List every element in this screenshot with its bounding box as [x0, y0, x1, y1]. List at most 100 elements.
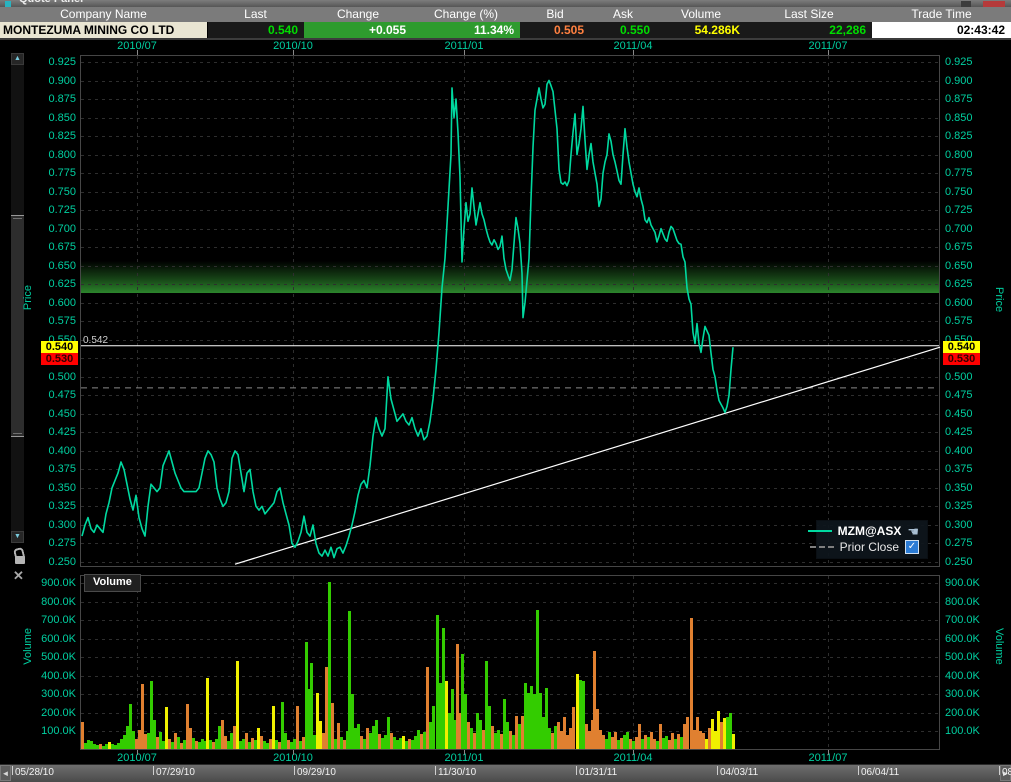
date-tick-bottom: [293, 750, 294, 755]
column-header-last-size[interactable]: Last Size: [746, 7, 872, 22]
scrollbar-date-tick: [717, 766, 718, 775]
price-axis-label: 0.775: [945, 167, 973, 179]
price-axis-label: 0.650: [945, 260, 973, 272]
column-header-company-name[interactable]: Company Name: [0, 7, 207, 22]
volume-pane-label[interactable]: Volume: [84, 574, 141, 592]
quote-panel-window: ▲ ▼ ✕ Price Price Volume Volume Volume M…: [0, 0, 1011, 782]
price-axis-label: 0.700: [35, 223, 76, 235]
quote-data-row[interactable]: MONTEZUMA MINING CO LTD 0.540 +0.055 11.…: [0, 22, 1011, 38]
price-axis-label: 0.375: [35, 463, 76, 475]
price-axis-label: 0.400: [35, 445, 76, 457]
price-axis-label: 0.875: [945, 93, 973, 105]
volume-axis-label: 700.0K: [35, 614, 76, 626]
volume-axis-label: 300.0K: [35, 688, 76, 700]
date-tick-bottom: [633, 750, 634, 755]
volume-axis-label: 500.0K: [35, 651, 76, 663]
axis-price-marker: 0.530: [943, 353, 980, 365]
price-axis-label: 0.450: [945, 408, 973, 420]
volume-chart-plot[interactable]: [80, 575, 940, 750]
chart-legend: MZM@ASX ☚ Prior Close ✓: [816, 520, 928, 559]
price-axis-label: 0.675: [35, 241, 76, 253]
price-axis-label: 0.425: [945, 426, 973, 438]
ask-cell: 0.550: [590, 22, 656, 38]
price-axis-label: 0.575: [945, 315, 973, 327]
volume-axis-label: 600.0K: [945, 633, 980, 645]
scrollbar-date-label: 01/31/11: [579, 767, 617, 778]
price-axis-label: 0.475: [945, 389, 973, 401]
price-axis-label: 0.675: [945, 241, 973, 253]
window-title: Quote Panel: [19, 0, 83, 5]
unlock-icon[interactable]: [14, 548, 26, 566]
column-header-last[interactable]: Last: [207, 7, 304, 22]
volume-axis-label: 400.0K: [35, 670, 76, 682]
price-axis-label: 0.900: [945, 75, 973, 87]
column-header-bid[interactable]: Bid: [520, 7, 590, 22]
price-axis-label: 0.625: [945, 278, 973, 290]
date-tick-bottom: [137, 750, 138, 755]
price-axis-label: 0.325: [945, 500, 973, 512]
column-header-volume[interactable]: Volume: [656, 7, 746, 22]
volume-axis-label: 500.0K: [945, 651, 980, 663]
price-axis-label: 0.600: [35, 297, 76, 309]
scrollbar-date-label: 11/30/10: [438, 767, 476, 778]
volume-axis-label: 100.0K: [945, 725, 980, 737]
series-line-sample: [808, 530, 832, 532]
vertical-scrollbar-thumb[interactable]: [11, 215, 24, 437]
scroll-down-button[interactable]: ▼: [11, 531, 24, 543]
last-size-cell: 22,286: [746, 22, 872, 38]
scroll-up-button[interactable]: ▲: [11, 53, 24, 65]
company-name-cell: MONTEZUMA MINING CO LTD: [0, 22, 207, 38]
price-axis-label: 0.800: [35, 149, 76, 161]
column-header-trade-time[interactable]: Trade Time: [872, 7, 1011, 22]
window-titlebar: Quote Panel: [0, 0, 1011, 7]
price-axis-label: 0.275: [35, 537, 76, 549]
price-axis-label: 0.625: [35, 278, 76, 290]
price-axis-label: 0.650: [35, 260, 76, 272]
price-axis-label: 0.900: [35, 75, 76, 87]
volume-axis-title-right: Volume: [993, 628, 1005, 665]
price-axis-label: 0.275: [945, 537, 973, 549]
price-axis-label: 0.325: [35, 500, 76, 512]
price-chart-plot[interactable]: [80, 55, 940, 567]
volume-axis-label: 900.0K: [35, 577, 76, 589]
hand-drag-icon[interactable]: ☚: [907, 525, 919, 538]
prior-close-checkbox[interactable]: ✓: [905, 540, 919, 554]
column-header-ask[interactable]: Ask: [590, 7, 656, 22]
price-axis-label: 0.375: [945, 463, 973, 475]
price-axis-label: 0.350: [945, 482, 973, 494]
volume-axis-label: 900.0K: [945, 577, 980, 589]
column-header-change-pct[interactable]: Change (%): [412, 7, 520, 22]
price-axis-label: 0.300: [35, 519, 76, 531]
close-pane-icon[interactable]: ✕: [13, 568, 24, 584]
legend-row-prior-close: Prior Close ✓: [823, 539, 919, 555]
scroll-left-button[interactable]: ◄: [0, 765, 11, 781]
price-axis-label: 0.875: [35, 93, 76, 105]
volume-bar: [236, 661, 239, 749]
volume-axis-label: 300.0K: [945, 688, 980, 700]
price-axis-label: 0.475: [35, 389, 76, 401]
scrollbar-date-tick: [153, 766, 154, 775]
column-header-change[interactable]: Change: [304, 7, 412, 22]
volume-axis-label: 400.0K: [945, 670, 980, 682]
scrollbar-date-label: 09/29/10: [297, 767, 336, 778]
price-axis-label: 0.400: [945, 445, 973, 457]
last-price-cell: 0.540: [207, 22, 304, 38]
scrollbar-date-label: 07/29/10: [156, 767, 195, 778]
price-axis-label: 0.600: [945, 297, 973, 309]
volume-axis-label: 800.0K: [35, 596, 76, 608]
scrollbar-date-label: 08/05/11: [1002, 767, 1011, 778]
change-cell: +0.055: [304, 22, 412, 38]
trade-time-cell: 02:43:42: [872, 22, 1011, 38]
price-axis-label: 0.825: [945, 130, 973, 142]
price-axis-label: 0.750: [35, 186, 76, 198]
horizontal-scrollbar[interactable]: [0, 764, 1011, 782]
header-divider: [0, 38, 1011, 40]
volume-axis-label: 200.0K: [35, 707, 76, 719]
volume-bar: [432, 706, 435, 750]
date-tick-bottom: [828, 750, 829, 755]
volume-axis-label: 600.0K: [35, 633, 76, 645]
volume-axis-title-left: Volume: [22, 628, 34, 665]
price-axis-label: 0.350: [35, 482, 76, 494]
price-axis-label: 0.500: [945, 371, 973, 383]
scrollbar-date-tick: [12, 766, 13, 775]
